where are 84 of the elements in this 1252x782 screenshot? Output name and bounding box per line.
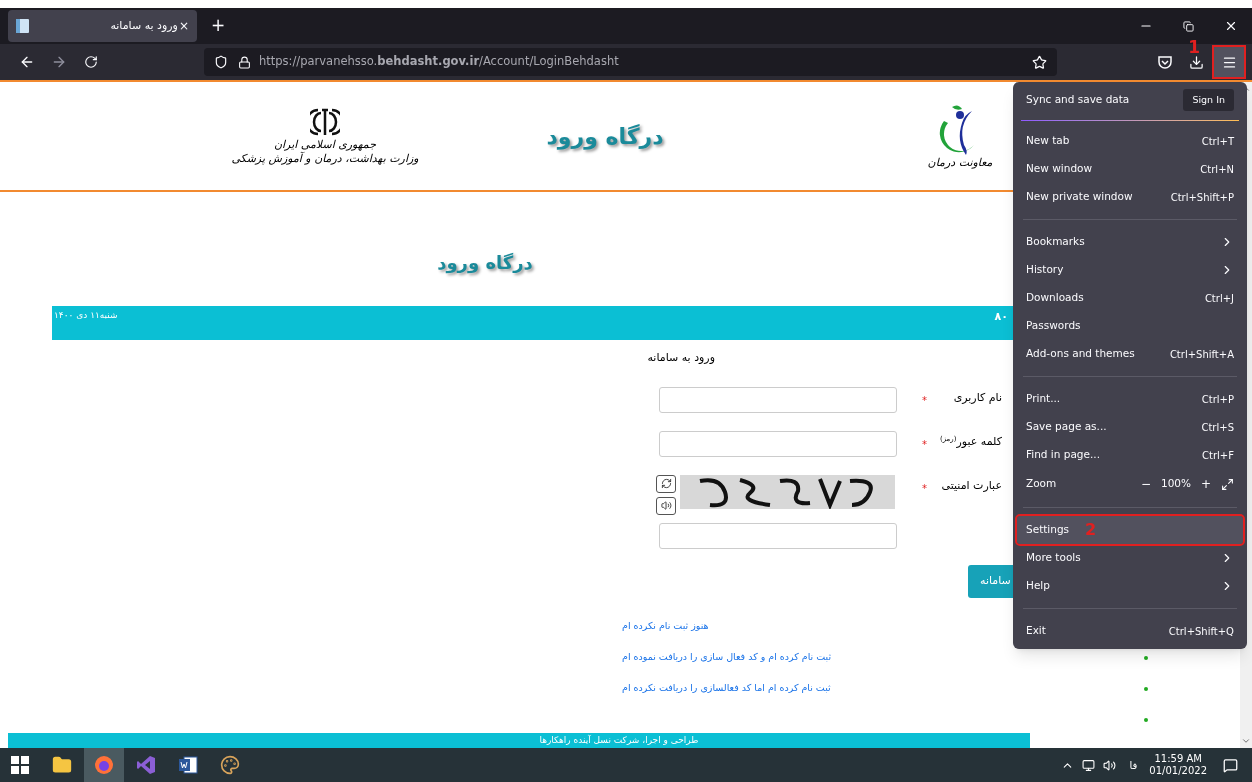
language-indicator[interactable]: فا: [1129, 757, 1138, 773]
page-icon: [16, 19, 29, 33]
menu-item[interactable]: Add-ons and themes Ctrl+Shift+A: [1017, 340, 1243, 368]
download-icon[interactable]: [1189, 54, 1204, 70]
emblem-caption: وزارت بهداشت، درمان و آموزش پزشکی: [231, 152, 419, 166]
menu-item[interactable]: Help: [1017, 572, 1243, 600]
refresh-icon: [660, 478, 672, 489]
palette-icon: [220, 755, 240, 775]
forward-icon[interactable]: [51, 54, 67, 70]
windows-logo-icon: [11, 756, 29, 774]
annotation-number: 1: [1188, 39, 1200, 56]
speaker-icon: [660, 500, 672, 511]
ide-icon: [136, 755, 156, 775]
close-icon[interactable]: [1224, 19, 1238, 33]
browser-tab[interactable]: ورود به سامانه×: [8, 10, 197, 42]
menu-item[interactable]: Save page as... Ctrl+S: [1017, 413, 1243, 441]
date-text: شنبه۱۱ دی ۱۴۰۰: [54, 309, 118, 322]
reload-icon[interactable]: [84, 55, 98, 69]
bullet-icon: [1144, 717, 1148, 722]
band-text: ۸۰: [994, 309, 1008, 325]
help-link[interactable]: ثبت نام کرده ام اما کد فعالسازی را دریافت نکرده ام: [622, 681, 831, 696]
emblem-caption: جمهوری اسلامی ایران: [273, 138, 376, 152]
scroll-down-icon[interactable]: [1241, 736, 1251, 746]
sign-in-button[interactable]: Sign In: [1183, 89, 1234, 111]
folder-icon: [52, 755, 72, 775]
refresh-captcha-button[interactable]: [656, 474, 676, 493]
field-label: نام کاربری: [952, 389, 1002, 406]
footer-text: طراحی و اجرا، شرکت نسل آینده راهکارها: [539, 733, 699, 747]
audio-captcha-button[interactable]: [656, 496, 676, 515]
help-link[interactable]: ثبت نام کرده ام و کد فعال سازی را دریافت نموده ام: [622, 650, 832, 665]
restore-icon[interactable]: [1183, 20, 1194, 32]
menu-button[interactable]: [1214, 47, 1244, 77]
menu-item[interactable]: New window Ctrl+N: [1017, 155, 1243, 183]
menu-item[interactable]: Print... Ctrl+P: [1017, 385, 1243, 413]
volume-icon[interactable]: [1102, 758, 1116, 772]
sync-label: Sync and save data: [1026, 92, 1131, 108]
header-title: درگاه ورود: [545, 122, 665, 152]
document-app-icon: [178, 756, 198, 774]
annotation-number: 2: [1085, 522, 1097, 538]
bullet-icon: [1144, 655, 1148, 660]
menu-icon: [1221, 54, 1237, 70]
page-title: درگاه ورود: [436, 251, 534, 276]
help-link[interactable]: هنوز ثبت نام نکرده ام: [622, 619, 709, 634]
address-bar[interactable]: https://parvanehsso.behdasht.gov.ir/Account/LoginBehdasht: [204, 48, 1057, 76]
menu-item[interactable]: Downloads Ctrl+J: [1017, 284, 1243, 312]
clock-time: 11:59 AM: [1154, 752, 1202, 765]
new-tab-button[interactable]: +: [211, 13, 226, 39]
field-label: کلمه عبور$^{(رمز)}$: [939, 433, 1002, 450]
notification-icon[interactable]: [1223, 757, 1238, 773]
fullscreen-icon[interactable]: [1221, 477, 1234, 491]
tab-title: ورود به سامانه: [109, 17, 179, 34]
clock-date: 01/01/2022: [1149, 765, 1207, 778]
required-marker: *: [922, 393, 927, 408]
back-icon[interactable]: [19, 54, 35, 70]
required-marker: *: [922, 481, 927, 496]
zoom-level: 100%: [1160, 476, 1191, 492]
menu-item[interactable]: New private window Ctrl+Shift+P: [1017, 183, 1243, 211]
menu-item[interactable]: More tools: [1017, 544, 1243, 572]
menu-item-label: Zoom: [1026, 476, 1058, 492]
menu-item[interactable]: Find in page... Ctrl+F: [1017, 441, 1243, 469]
menu-item[interactable]: Bookmarks: [1017, 228, 1243, 256]
required-marker: *: [922, 437, 927, 452]
shield-icon[interactable]: [214, 55, 228, 69]
menu-item[interactable]: History: [1017, 256, 1243, 284]
clock[interactable]: 11:59 AM 01/01/2022: [1149, 752, 1207, 778]
zoom-in-button[interactable]: +: [1197, 475, 1215, 493]
url-text: https://parvanehsso.behdasht.gov.ir/Account/LoginBehdasht: [259, 53, 620, 71]
menu-item[interactable]: Exit Ctrl+Shift+Q: [1017, 617, 1243, 645]
tab-close-button[interactable]: ×: [178, 17, 189, 35]
captcha-input[interactable]: [659, 522, 897, 549]
bullet-icon: [1144, 686, 1148, 691]
browser-icon: [94, 755, 114, 775]
lock-icon[interactable]: [238, 55, 251, 69]
menu-item[interactable]: New tab Ctrl+T: [1017, 127, 1243, 155]
field-label: عبارت امنیتی: [940, 477, 1002, 494]
menu-item[interactable]: Passwords: [1017, 312, 1243, 340]
pocket-icon[interactable]: [1158, 55, 1172, 69]
bookmark-star-icon[interactable]: [1032, 54, 1047, 70]
network-icon[interactable]: [1081, 758, 1095, 772]
text-input[interactable]: [659, 430, 897, 457]
zoom-out-button[interactable]: −: [1136, 475, 1155, 493]
logo-caption: معاونت درمان: [927, 154, 993, 171]
form-heading: ورود به سامانه: [646, 350, 715, 366]
text-input[interactable]: [659, 386, 897, 413]
